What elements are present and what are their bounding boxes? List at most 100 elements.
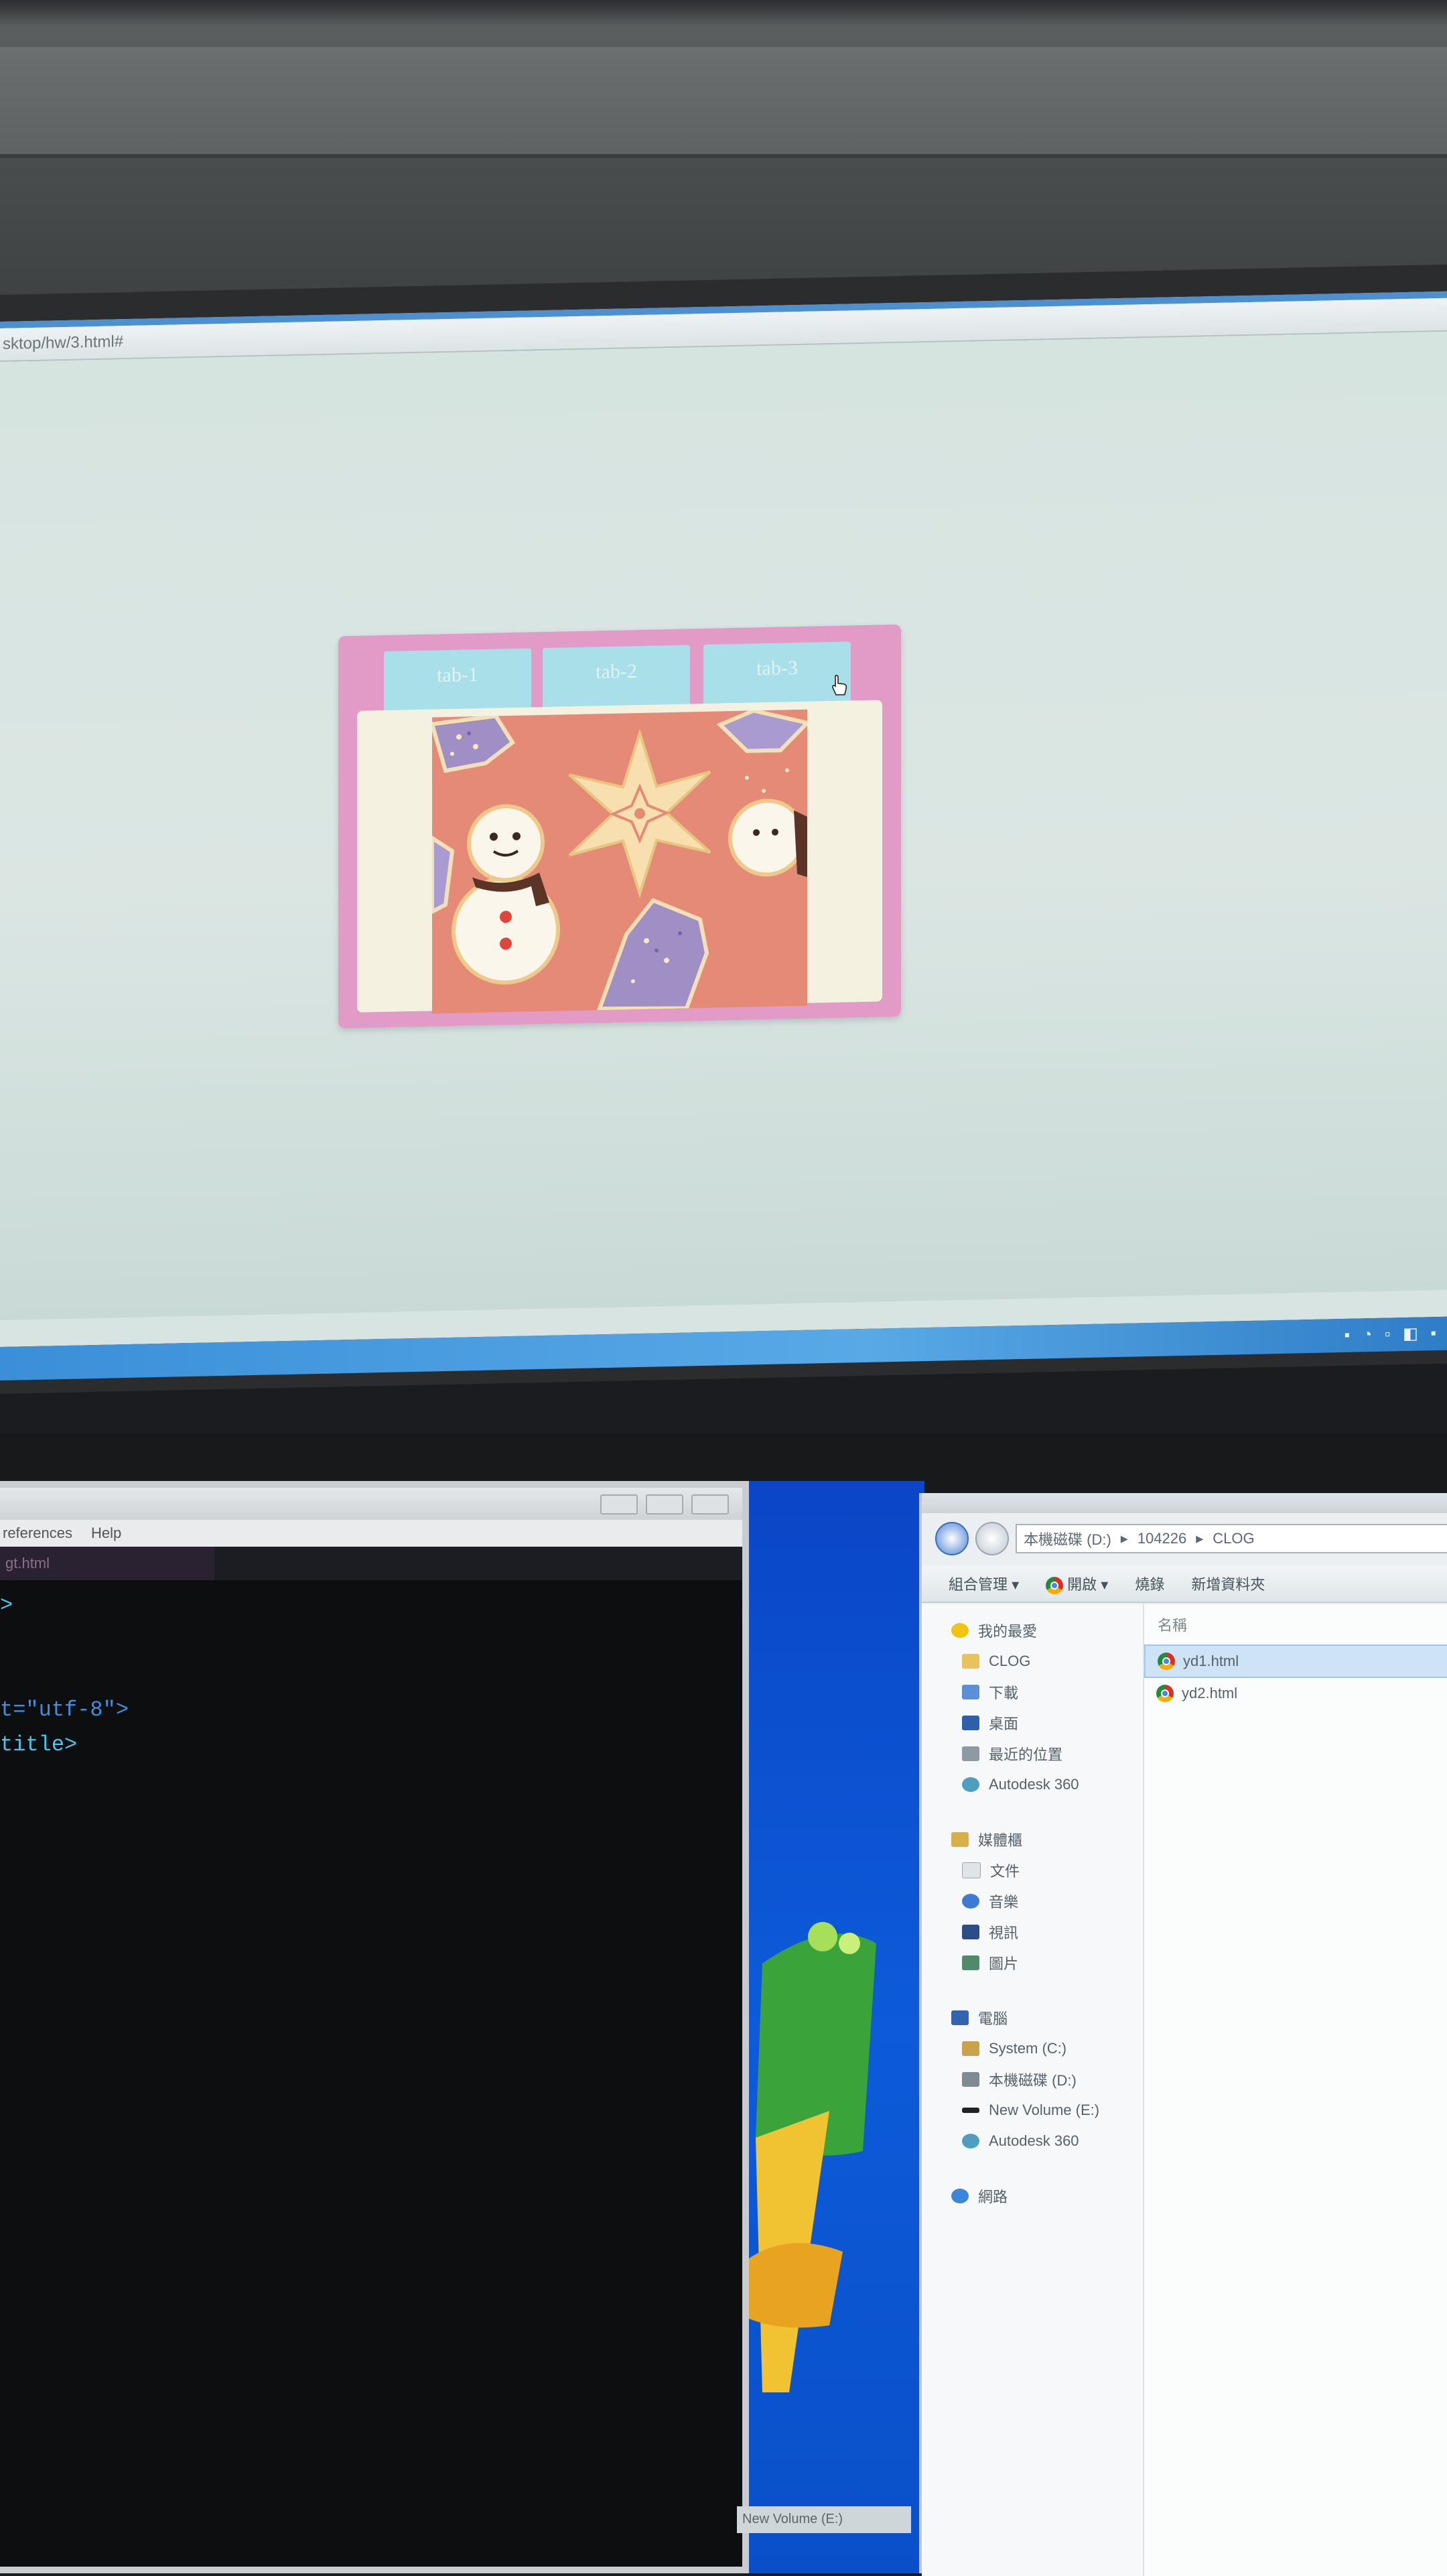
explorer-file-list: 名稱 yd1.html yd2.html: [1144, 1604, 1447, 2576]
maximize-button[interactable]: [646, 1494, 683, 1515]
nav-item-label: 本機磁碟 (D:): [989, 2072, 1077, 2089]
nav-item-clog[interactable]: CLOG: [922, 1646, 1143, 1677]
upper-monitor: sktop/hw/3.html# tab-1 tab-2 tab-3 ▪ ◔ ▫…: [0, 264, 1447, 1395]
chrome-icon: [1156, 1685, 1174, 1702]
nav-item-label: Autodesk 360: [989, 1776, 1079, 1793]
file-row[interactable]: yd1.html: [1144, 1645, 1447, 1678]
address-bar[interactable]: sktop/hw/3.html#: [3, 332, 123, 354]
nav-group-label: 我的最愛: [978, 1623, 1038, 1640]
document-icon: [962, 1862, 981, 1878]
new-folder-button[interactable]: 新增資料夾: [1191, 1573, 1265, 1594]
explorer-address-field[interactable]: 本機磁碟 (D:) ▸ 104226 ▸ CLOG: [1016, 1524, 1447, 1553]
organize-button[interactable]: 組合管理 ▾: [949, 1573, 1019, 1594]
browser-window: sktop/hw/3.html# tab-1 tab-2 tab-3 ▪ ◔ ▫…: [0, 291, 1447, 1380]
nav-group-computer[interactable]: 電腦: [922, 2002, 1143, 2033]
tab-3[interactable]: tab-3: [703, 641, 851, 709]
wall-band: [0, 47, 1447, 158]
hand-cursor-icon: [832, 675, 847, 696]
chevron-right-icon: ▸: [1196, 1530, 1204, 1547]
open-button-label: 開啟 ▾: [1067, 1575, 1109, 1593]
tab-1[interactable]: tab-1: [384, 648, 531, 715]
computer-icon: [951, 2010, 969, 2025]
cookie-illustration: [432, 709, 807, 1014]
tab-content-panel: [357, 700, 882, 1014]
nav-item-documents[interactable]: 文件: [922, 1855, 1143, 1886]
nav-item-drive-c[interactable]: System (C:): [922, 2033, 1143, 2064]
nav-item-label: 文件: [990, 1863, 1020, 1880]
file-explorer-window: 本機磁碟 (D:) ▸ 104226 ▸ CLOG 組合管理 ▾ 開啟 ▾ 燒錄…: [919, 1493, 1447, 2576]
taskbar: ▪ ◔ ▫ ◧ ▪: [0, 1316, 1447, 1380]
nav-item-downloads[interactable]: 下載: [922, 1677, 1143, 1708]
nav-item-pictures[interactable]: 圖片: [922, 1947, 1143, 1978]
chrome-icon: [1158, 1653, 1175, 1670]
desktop-wallpaper: [749, 1481, 924, 2573]
nav-group-label: 電腦: [978, 2010, 1008, 2027]
nav-group-label: 媒體櫃: [978, 1832, 1023, 1849]
nav-item-label: 音樂: [989, 1894, 1019, 1911]
nav-item-label: Autodesk 360: [989, 2132, 1079, 2149]
nav-item-recent[interactable]: 最近的位置: [922, 1738, 1143, 1769]
menu-help[interactable]: Help: [91, 1525, 121, 1542]
minimize-button[interactable]: [600, 1494, 638, 1515]
menu-references[interactable]: references: [3, 1525, 72, 1542]
nav-group-label: 網路: [978, 2189, 1008, 2205]
editor-menubar: references Help: [0, 1520, 742, 1547]
nav-item-desktop[interactable]: 桌面: [922, 1708, 1143, 1738]
tab-3-label: tab-3: [756, 656, 798, 680]
nav-item-label: New Volume (E:): [989, 2102, 1100, 2118]
window-controls: [600, 1494, 729, 1515]
code-line: >: [0, 1593, 13, 1618]
nav-group-libraries[interactable]: 媒體櫃: [922, 1824, 1143, 1855]
nav-item-label: 視訊: [989, 1925, 1019, 1941]
drive-icon: [962, 2072, 979, 2087]
drive-icon: [962, 2108, 979, 2113]
open-button[interactable]: 開啟 ▾: [1046, 1573, 1109, 1595]
code-line: t="utf-8">: [0, 1697, 129, 1722]
tab-2[interactable]: tab-2: [543, 645, 690, 712]
picture-icon: [962, 1955, 979, 1970]
page-area: tab-1 tab-2 tab-3: [0, 331, 1447, 1321]
file-name: yd2.html: [1182, 1685, 1238, 1701]
editor-file-tab[interactable]: gt.html: [0, 1547, 214, 1580]
back-button[interactable]: [935, 1522, 969, 1555]
network-icon: [951, 2189, 969, 2203]
close-button[interactable]: [691, 1494, 729, 1515]
music-icon: [962, 1894, 979, 1909]
desktop-icon: [962, 1716, 979, 1730]
nav-item-label: 桌面: [989, 1716, 1019, 1732]
nav-item-autodesk-2[interactable]: Autodesk 360: [922, 2126, 1143, 2156]
system-tray-icons[interactable]: ▪ ◔ ▫ ◧ ▪: [1345, 1324, 1440, 1345]
download-folder-icon: [962, 1685, 979, 1699]
editor-tabbar: gt.html: [0, 1547, 742, 1580]
nav-item-drive-e[interactable]: New Volume (E:): [922, 2095, 1143, 2126]
burn-button[interactable]: 燒錄: [1135, 1573, 1164, 1594]
forward-button[interactable]: [975, 1522, 1009, 1555]
code-editor-window: references Help gt.html > t="utf-8"> tit…: [0, 1481, 749, 2573]
chrome-icon: [1046, 1577, 1064, 1595]
address-part[interactable]: CLOG: [1213, 1530, 1254, 1547]
explorer-addressbar: 本機磁碟 (D:) ▸ 104226 ▸ CLOG: [935, 1520, 1447, 1557]
status-strip: New Volume (E:): [737, 2506, 911, 2533]
nav-item-label: System (C:): [989, 2040, 1067, 2057]
nav-item-music[interactable]: 音樂: [922, 1886, 1143, 1917]
lower-monitor: references Help gt.html > t="utf-8"> tit…: [0, 1434, 1447, 2576]
nav-item-drive-d[interactable]: 本機磁碟 (D:): [922, 2064, 1143, 2095]
address-part[interactable]: 本機磁碟 (D:): [1024, 1528, 1111, 1549]
nav-group-network[interactable]: 網路: [922, 2181, 1143, 2211]
nav-item-autodesk[interactable]: Autodesk 360: [922, 1769, 1143, 1800]
nav-item-label: 最近的位置: [989, 1746, 1063, 1763]
explorer-toolbar: 組合管理 ▾ 開啟 ▾ 燒錄 新增資料夾: [922, 1565, 1447, 1603]
nav-item-label: CLOG: [989, 1653, 1031, 1669]
recent-places-icon: [962, 1746, 979, 1761]
column-header-name[interactable]: 名稱: [1144, 1604, 1447, 1645]
editor-titlebar: [0, 1488, 742, 1520]
nav-group-favorites[interactable]: 我的最愛: [922, 1615, 1143, 1646]
file-name: yd1.html: [1183, 1653, 1239, 1669]
code-area[interactable]: > t="utf-8"> title>: [0, 1588, 742, 1762]
address-part[interactable]: 104226: [1138, 1530, 1186, 1547]
wallpaper-art: [749, 1922, 876, 2392]
file-row[interactable]: yd2.html: [1144, 1678, 1447, 1709]
nav-item-videos[interactable]: 視訊: [922, 1917, 1143, 1947]
nav-item-label: 圖片: [989, 1955, 1019, 1972]
